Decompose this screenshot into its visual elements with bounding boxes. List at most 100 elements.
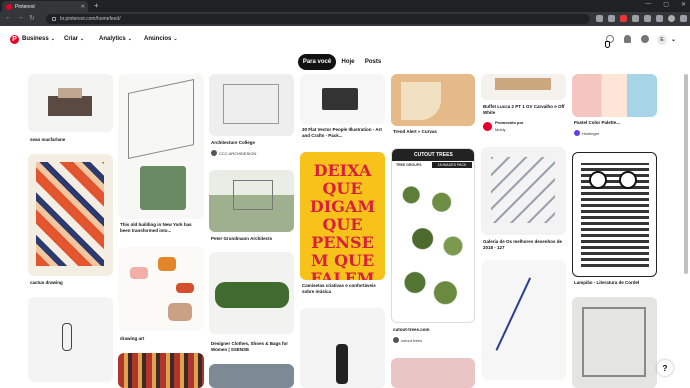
pin-image-cactus[interactable] xyxy=(28,154,113,276)
pin-source[interactable]: Hostinger xyxy=(574,130,599,136)
pin-image-buffet[interactable] xyxy=(481,74,566,100)
pin-image-piano[interactable] xyxy=(300,74,385,124)
pin-image-building[interactable] xyxy=(118,74,204,219)
trees-badge: 18 IMAGES PACK xyxy=(432,162,472,168)
help-button[interactable]: ? xyxy=(657,360,673,376)
source-avatar xyxy=(393,337,399,343)
address-bar[interactable]: br.pinterest.com/homefeed/ xyxy=(46,14,590,24)
chevron-down-icon: ⌄ xyxy=(50,36,55,42)
pin-caption: Architecture College xyxy=(211,140,256,145)
building-isometric xyxy=(128,78,194,160)
menu-label: Analytics xyxy=(99,36,126,42)
tab-para-voce[interactable]: Para você xyxy=(298,54,336,70)
new-tab-button[interactable]: + xyxy=(94,1,99,10)
pin-caption: Buffet Lucca 2 PT 1 GV Carvalho e Off Wh… xyxy=(483,104,565,115)
extension-icon[interactable] xyxy=(608,15,615,22)
chevron-down-icon: ⌄ xyxy=(80,36,85,42)
menu-anuncios[interactable]: Anúncios ⌄ xyxy=(144,36,178,42)
maximize-icon[interactable]: ▢ xyxy=(663,1,669,8)
fox-drawing xyxy=(176,283,194,293)
pin-image-sketch[interactable] xyxy=(28,297,113,382)
avatar[interactable]: E xyxy=(657,35,667,45)
house-roof xyxy=(58,88,82,98)
pin-caption: Pastel Color Palette... xyxy=(574,120,621,125)
pin-image-palette[interactable] xyxy=(572,74,657,117)
page-scrollbar[interactable] xyxy=(684,74,688,274)
lock-icon xyxy=(52,17,56,21)
pin-image-person[interactable] xyxy=(300,308,385,388)
poster-text: DEIXA QUE DIGAM QUE PENSEM QUE FALEM xyxy=(309,161,376,281)
extensions xyxy=(596,15,687,22)
extension-icon[interactable] xyxy=(620,15,627,22)
house-shape xyxy=(48,96,92,116)
menu-dots-icon[interactable] xyxy=(680,15,687,22)
pin-source[interactable]: cutout trees xyxy=(393,337,422,343)
pin-source[interactable]: CCC ARCHIDESIGN xyxy=(211,150,256,156)
lion-drawing xyxy=(158,257,176,271)
pin-image-trees[interactable]: CUTOUT TREES TREE GROUPS 18 IMAGES PACK xyxy=(391,148,475,323)
feed-tabs: Para você Hoje Posts xyxy=(0,54,690,74)
shrub-shape xyxy=(215,282,289,308)
pin-caption: Galeria de Os melhores desenhos de 2018 … xyxy=(483,239,563,250)
bell-icon[interactable] xyxy=(624,35,631,43)
pin-caption: Peter Grundmann Architects xyxy=(211,236,273,241)
close-tab-icon[interactable]: ✕ xyxy=(81,4,85,10)
extension-icon[interactable] xyxy=(596,15,603,22)
pin-image-college[interactable] xyxy=(209,74,294,136)
pin-image-cordel[interactable] xyxy=(572,152,657,277)
puzzle-icon[interactable] xyxy=(656,15,663,22)
menu-analytics[interactable]: Analytics ⌄ xyxy=(99,36,132,42)
figure-head-right xyxy=(619,171,637,189)
minimize-icon[interactable]: — xyxy=(645,1,651,8)
pin-caption: cactus drawing xyxy=(30,280,63,285)
promoted-label: Promovido por xyxy=(495,120,524,125)
chevron-down-icon: ⌄ xyxy=(173,36,178,42)
tab-title: Pinterest xyxy=(15,3,35,10)
pin-image-animals[interactable] xyxy=(118,247,204,331)
extension-icon[interactable] xyxy=(644,15,651,22)
tab-hoje[interactable]: Hoje xyxy=(338,54,358,70)
elephant-drawing xyxy=(168,303,192,321)
extension-icon[interactable] xyxy=(632,15,639,22)
avatar-letter: E xyxy=(660,37,664,43)
pin-image-pattern[interactable] xyxy=(118,353,204,388)
pin-caption: Camisetas criativas e confortáveis sobre… xyxy=(302,283,376,294)
source-avatar xyxy=(211,150,217,156)
pin-image-architects[interactable] xyxy=(209,170,294,232)
tab-posts[interactable]: Posts xyxy=(361,54,385,70)
chat-icon[interactable] xyxy=(641,35,649,43)
browser-tab-strip: Pinterest ✕ + — ▢ ✕ xyxy=(0,0,690,12)
source-avatar xyxy=(483,122,492,131)
back-icon[interactable]: ← xyxy=(5,14,12,21)
account-chevron-icon[interactable]: ⌄ xyxy=(671,36,676,43)
source-name: Hostinger xyxy=(582,130,600,136)
menu-label: Criar xyxy=(64,36,79,42)
sketch-figure xyxy=(62,323,72,351)
chevron-down-icon: ⌄ xyxy=(127,36,132,42)
forward-icon[interactable]: → xyxy=(17,14,24,21)
pin-image-house[interactable] xyxy=(28,74,113,132)
profile-icon[interactable] xyxy=(668,15,675,22)
pin-image-abstract[interactable] xyxy=(481,260,566,380)
pin-image-plan[interactable] xyxy=(572,297,657,388)
pin-caption: Designer Clothes, Shoes & Bags for Women… xyxy=(211,341,289,352)
curve-shape xyxy=(401,82,441,120)
browser-tab[interactable]: Pinterest ✕ xyxy=(2,1,88,12)
source-name: cutout trees xyxy=(401,337,422,343)
pin-image-shrub[interactable] xyxy=(209,252,294,334)
pin-caption: cutout-trees.com xyxy=(393,327,430,332)
pin-image-drawings[interactable] xyxy=(481,147,566,235)
pin-image-poster[interactable]: DEIXA QUE DIGAM QUE PENSEM QUE FALEM xyxy=(300,152,385,280)
close-window-icon[interactable]: ✕ xyxy=(681,1,686,8)
figure-head-left xyxy=(589,171,607,189)
pin-source[interactable]: Promovido por Mobly xyxy=(483,120,523,132)
menu-criar[interactable]: Criar ⌄ xyxy=(64,36,84,42)
pavilion-shape xyxy=(233,180,273,210)
pin-image-curves[interactable] xyxy=(391,74,475,126)
menu-business[interactable]: Business ⌄ xyxy=(22,36,55,42)
pin-image-pink[interactable] xyxy=(391,358,475,388)
pinterest-logo-icon[interactable]: P xyxy=(10,35,19,44)
abstract-stroke xyxy=(495,277,557,363)
pin-image-bottom[interactable] xyxy=(209,364,294,388)
reload-icon[interactable]: ↻ xyxy=(29,14,35,22)
